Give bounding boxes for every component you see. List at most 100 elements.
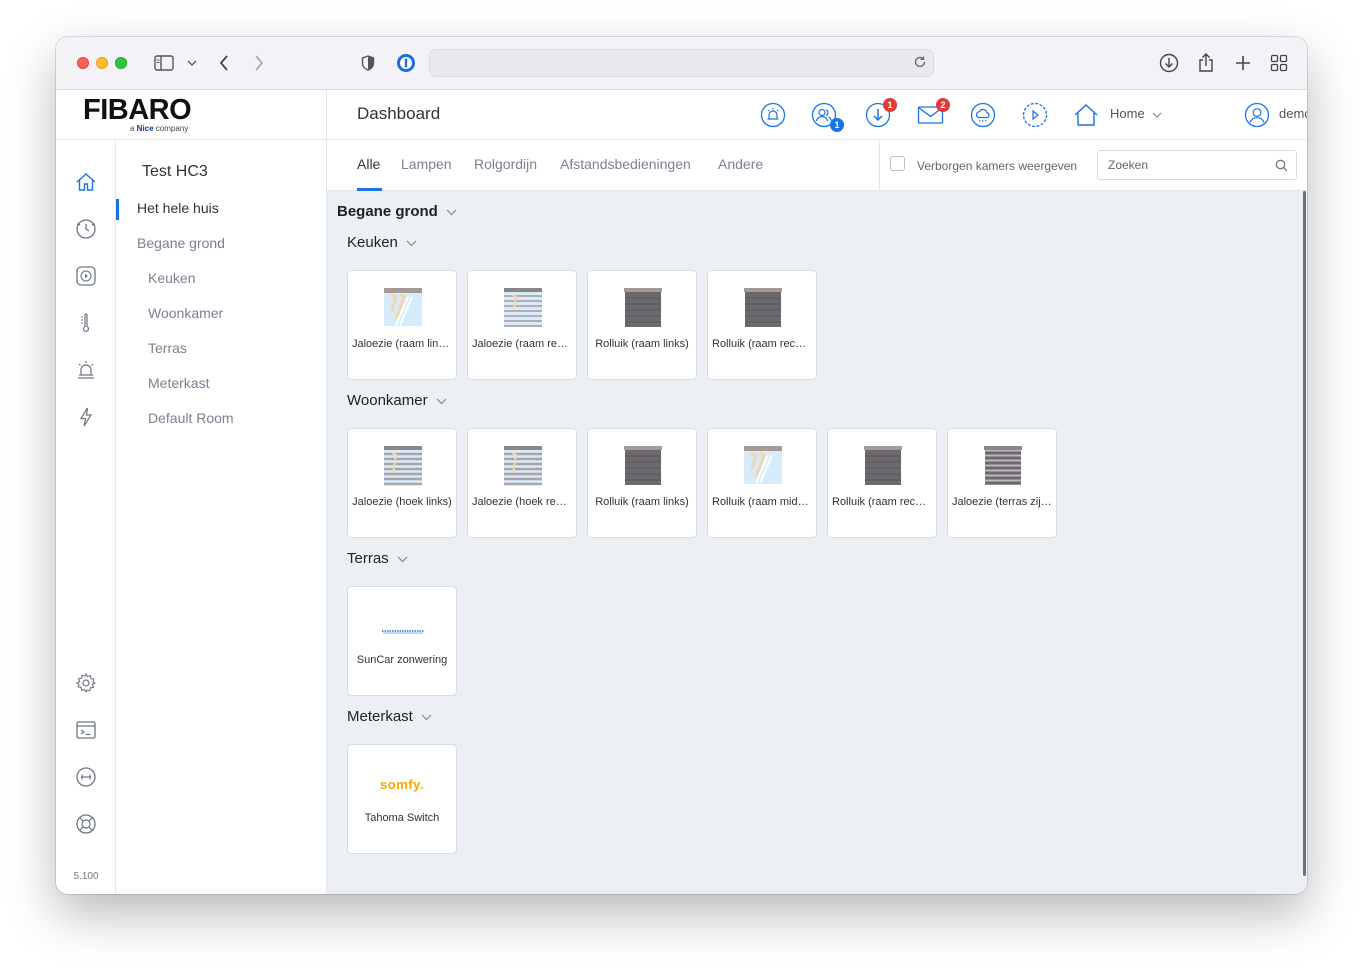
share-icon[interactable]	[1194, 51, 1218, 75]
room-item-ground-floor[interactable]: Begane grond	[137, 235, 225, 251]
awning-icon	[382, 630, 424, 634]
user-avatar-icon[interactable]	[1243, 101, 1271, 129]
device-label: Jaloezie (hoek rechts)	[472, 496, 572, 508]
shutter-closed-icon	[624, 446, 662, 485]
network-icon[interactable]	[74, 765, 98, 789]
device-tile[interactable]: somfy. Tahoma Switch	[347, 744, 457, 854]
show-hidden-rooms-label: Verborgen kamers weergeven	[917, 159, 1078, 173]
password-manager-icon[interactable]	[394, 51, 418, 75]
blind-slats-icon	[504, 446, 542, 486]
device-tile[interactable]: Rolluik (raam rechts)	[707, 270, 817, 380]
room-heading-terrace[interactable]: Terras	[347, 550, 408, 567]
show-hidden-rooms-checkbox[interactable]	[890, 156, 905, 171]
room-item-default-room[interactable]: Default Room	[148, 410, 234, 426]
shield-icon[interactable]	[356, 51, 380, 75]
users-icon[interactable]: 1	[810, 101, 844, 132]
energy-bolt-icon[interactable]	[74, 405, 98, 429]
room-item-meter-cupboard[interactable]: Meterkast	[148, 375, 209, 391]
blind-dark-slats-icon	[984, 446, 1022, 485]
messages-badge: 2	[936, 98, 950, 112]
logo-area: FIBARO a Nice company	[56, 90, 327, 140]
back-icon[interactable]	[212, 51, 236, 75]
weather-icon[interactable]	[969, 101, 997, 129]
media-play-icon[interactable]	[74, 264, 98, 288]
home-icon[interactable]	[74, 170, 98, 194]
device-label: Rolluik (raam links)	[595, 496, 689, 508]
device-tile[interactable]: Jaloezie (raam links)	[347, 270, 457, 380]
forward-icon[interactable]	[247, 51, 271, 75]
location-selector[interactable]: Home	[1110, 106, 1145, 121]
messages-icon[interactable]: 2	[917, 98, 950, 129]
device-tile[interactable]: Rolluik (raam midden)	[707, 428, 817, 538]
floor-heading[interactable]: Begane grond	[337, 203, 457, 220]
scenes-icon[interactable]	[74, 217, 98, 241]
search-input[interactable]	[1108, 158, 1268, 172]
category-tabs: Alle Lampen Rolgordijn Afstandsbediening…	[327, 140, 1307, 191]
active-indicator	[116, 199, 119, 220]
home-location-icon[interactable]	[1072, 101, 1100, 129]
house-name: Test HC3	[142, 163, 208, 180]
reload-icon[interactable]	[913, 55, 927, 74]
app-header: Dashboard 1 1 2 Home dem	[327, 90, 1307, 140]
tab-remotes[interactable]: Afstandsbedieningen	[560, 156, 691, 172]
device-tile[interactable]: Jaloezie (hoek links)	[347, 428, 457, 538]
alarm-siren-icon[interactable]	[74, 358, 98, 382]
minimize-window-button[interactable]	[96, 57, 108, 69]
room-item-living-room[interactable]: Woonkamer	[148, 305, 223, 321]
version-label: 5.100	[73, 871, 99, 882]
scrollbar-thumb[interactable]	[1303, 191, 1306, 876]
room-heading-kitchen[interactable]: Keuken	[347, 234, 417, 251]
tab-lamps[interactable]: Lampen	[401, 156, 452, 172]
scenes-clock-icon[interactable]	[1021, 101, 1049, 129]
device-label: Rolluik (raam midden)	[712, 496, 812, 508]
tab-blinds[interactable]: Rolgordijn	[474, 156, 537, 172]
device-tile[interactable]: Jaloezie (raam rechts)	[467, 270, 577, 380]
logo-subtitle: a Nice company	[130, 124, 189, 133]
close-window-button[interactable]	[77, 57, 89, 69]
device-label: Jaloezie (terras zijkant)	[952, 496, 1052, 508]
tab-other[interactable]: Andere	[718, 156, 763, 172]
device-label: Rolluik (raam links)	[595, 338, 689, 350]
blind-slats-icon	[384, 446, 422, 486]
tab-overview-icon[interactable]	[1267, 51, 1291, 75]
address-bar[interactable]	[429, 49, 934, 77]
zoom-window-button[interactable]	[115, 57, 127, 69]
device-label: Rolluik (raam rechts)	[832, 496, 932, 508]
room-heading-living-room[interactable]: Woonkamer	[347, 392, 447, 409]
device-label: Jaloezie (hoek links)	[352, 496, 452, 508]
downloads-icon[interactable]	[1157, 51, 1181, 75]
device-label: Rolluik (raam rechts)	[712, 338, 812, 350]
sidebar-toggle-icon[interactable]	[152, 51, 176, 75]
room-heading-meter-cupboard[interactable]: Meterkast	[347, 708, 432, 725]
icon-rail: 5.100	[56, 140, 116, 894]
room-item-terrace[interactable]: Terras	[148, 340, 187, 356]
device-tile[interactable]: Rolluik (raam links)	[587, 428, 697, 538]
room-item-whole-house[interactable]: Het hele huis	[137, 200, 219, 216]
search-box[interactable]	[1097, 150, 1297, 180]
user-menu[interactable]: demo	[1279, 106, 1307, 121]
device-label: Jaloezie (raam links)	[352, 338, 452, 350]
chevron-down-icon[interactable]	[180, 51, 204, 75]
room-list: Test HC3 Het hele huis Begane grond Keuk…	[116, 140, 327, 894]
search-icon[interactable]	[1275, 159, 1288, 177]
gear-icon[interactable]	[74, 671, 98, 695]
support-lifebuoy-icon[interactable]	[74, 812, 98, 836]
chevron-down-icon[interactable]	[1150, 101, 1164, 129]
device-label: Jaloezie (raam rechts)	[472, 338, 572, 350]
updates-icon[interactable]: 1	[864, 98, 897, 129]
alarm-icon[interactable]	[759, 101, 787, 129]
device-tile[interactable]: Jaloezie (terras zijkant)	[947, 428, 1057, 538]
device-tile[interactable]: Rolluik (raam rechts)	[827, 428, 937, 538]
tab-all[interactable]: Alle	[357, 156, 380, 172]
device-tile[interactable]: SunCar zonwering	[347, 586, 457, 696]
divider	[879, 140, 880, 191]
terminal-icon[interactable]	[74, 718, 98, 742]
device-tile[interactable]: Jaloezie (hoek rechts)	[467, 428, 577, 538]
shutter-closed-icon	[744, 288, 782, 327]
device-tile[interactable]: Rolluik (raam links)	[587, 270, 697, 380]
scrollbar[interactable]	[1303, 191, 1307, 894]
blind-slats-icon	[504, 288, 542, 327]
new-tab-icon[interactable]	[1231, 51, 1255, 75]
thermometer-icon[interactable]	[74, 311, 98, 335]
room-item-kitchen[interactable]: Keuken	[148, 270, 195, 286]
